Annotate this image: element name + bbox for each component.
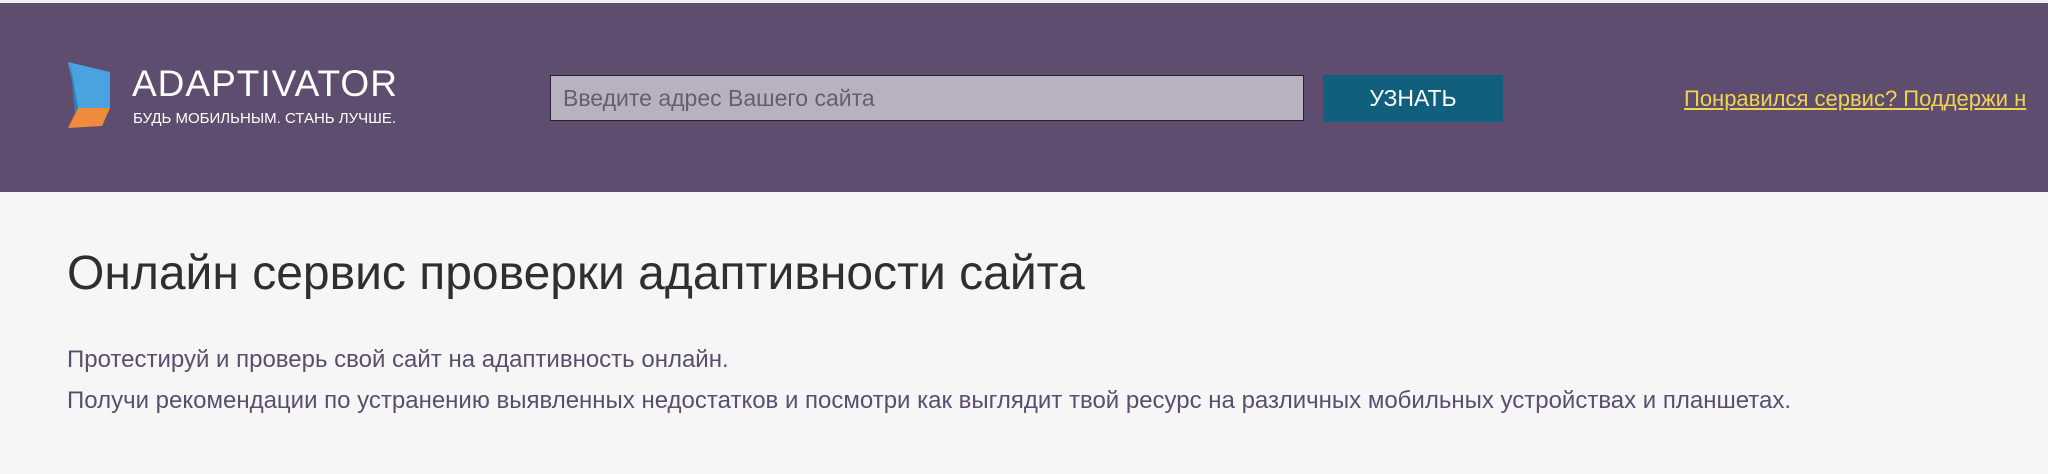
main-content: Онлайн сервис проверки адаптивности сайт… — [0, 192, 2048, 474]
description-line-2: Получи рекомендации по устранению выявле… — [67, 387, 1792, 414]
description-line-1: Протестируй и проверь свой сайт на адапт… — [67, 346, 729, 373]
site-header: ADAPTIVATOR БУДЬ МОБИЛЬНЫМ. СТАНЬ ЛУЧШЕ.… — [0, 0, 2048, 192]
page-title: Онлайн сервис проверки адаптивности сайт… — [67, 247, 1085, 300]
check-button[interactable]: УЗНАТЬ — [1323, 75, 1503, 122]
adaptivator-logo-icon — [68, 62, 110, 128]
logo-tagline: БУДЬ МОБИЛЬНЫМ. СТАНЬ ЛУЧШЕ. — [133, 110, 397, 127]
site-logo[interactable]: ADAPTIVATOR БУДЬ МОБИЛЬНЫМ. СТАНЬ ЛУЧШЕ. — [66, 60, 426, 132]
support-service-link[interactable]: Понравился сервис? Поддержи н — [1684, 86, 2048, 112]
logo-title: ADAPTIVATOR — [132, 63, 398, 104]
header-top-border — [0, 0, 2048, 3]
site-url-input[interactable] — [550, 75, 1304, 121]
